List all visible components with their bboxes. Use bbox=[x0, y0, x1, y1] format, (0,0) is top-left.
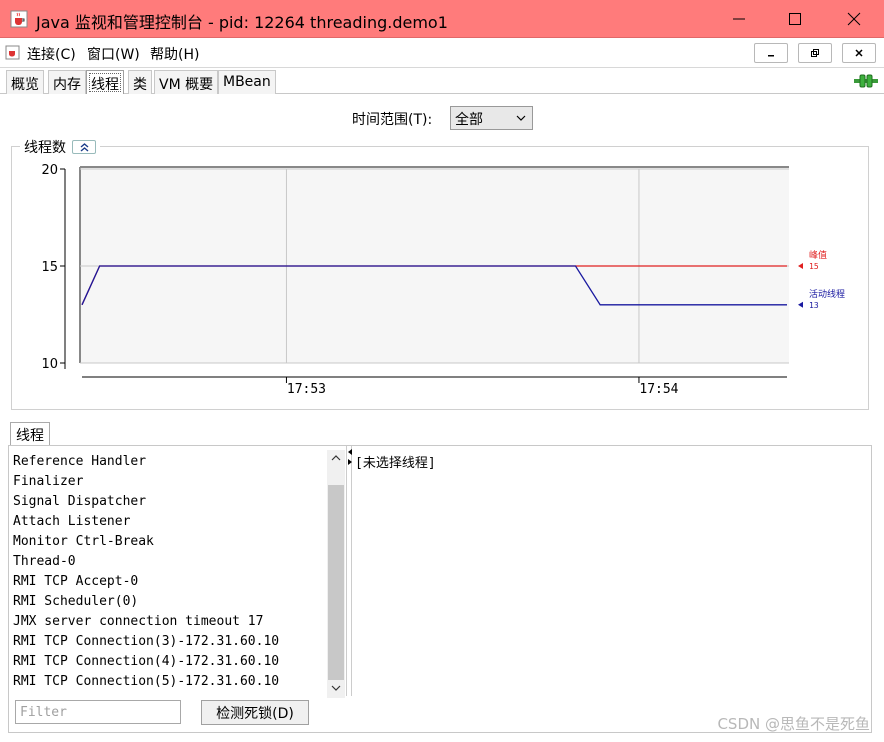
scroll-down-button[interactable] bbox=[327, 680, 345, 696]
splitter-arrows-icon bbox=[348, 449, 352, 465]
legend-value: 15 bbox=[809, 262, 819, 271]
collapse-button[interactable] bbox=[72, 140, 96, 154]
tab-mbean[interactable]: MBean bbox=[218, 70, 276, 94]
tab-overview[interactable]: 概览 bbox=[6, 70, 44, 94]
close-button[interactable] bbox=[829, 0, 879, 38]
y-tick-label: 15 bbox=[41, 260, 58, 275]
scroll-thumb[interactable] bbox=[328, 485, 344, 680]
chevron-up-icon bbox=[331, 455, 341, 461]
thread-count-panel-header: 线程数 bbox=[20, 137, 100, 157]
close-icon bbox=[855, 49, 863, 57]
minimize-button[interactable] bbox=[714, 0, 764, 38]
chevron-down-icon bbox=[331, 685, 341, 691]
thread-list-item[interactable]: Thread-0 bbox=[13, 554, 76, 569]
y-tick-label: 20 bbox=[41, 163, 58, 178]
java-cup-icon bbox=[5, 45, 20, 60]
x-tick-label: 17:53 bbox=[287, 382, 326, 397]
chevron-down-icon bbox=[516, 115, 526, 121]
inner-restore-button[interactable] bbox=[798, 43, 832, 63]
scroll-up-button[interactable] bbox=[327, 450, 345, 466]
thread-detail-text: [未选择线程] bbox=[355, 456, 436, 471]
title-bar: Java 监视和管理控制台 - pid: 12264 threading.dem… bbox=[0, 0, 884, 38]
menu-help[interactable]: 帮助(H) bbox=[150, 44, 199, 64]
restore-icon bbox=[811, 49, 819, 57]
minimize-icon bbox=[768, 55, 774, 57]
plot-area bbox=[80, 167, 789, 363]
legend-label: 活动线程 bbox=[809, 288, 845, 300]
thread-list-item[interactable]: RMI TCP Connection(5)-172.31.60.10 bbox=[13, 674, 279, 689]
thread-count-panel: 10 15 20 17:53 17:54 峰值 15 活动线程 13 线程数 bbox=[11, 137, 869, 410]
thread-list-item[interactable]: Attach Listener bbox=[13, 514, 130, 529]
thread-list-item[interactable]: Monitor Ctrl-Break bbox=[13, 534, 154, 549]
double-chevron-up-icon bbox=[80, 143, 89, 152]
legend-marker bbox=[798, 301, 803, 308]
close-icon bbox=[847, 12, 861, 26]
tab-threads[interactable]: 线程 bbox=[86, 70, 124, 95]
menu-window[interactable]: 窗口(W) bbox=[87, 44, 140, 64]
time-range-value: 全部 bbox=[455, 112, 483, 128]
thread-list-item[interactable]: Reference Handler bbox=[13, 454, 146, 469]
tab-thread-list[interactable]: 线程 bbox=[10, 422, 50, 446]
legend-marker bbox=[798, 263, 803, 269]
x-tick-label: 17:54 bbox=[639, 382, 678, 397]
time-range-label: 时间范围(T): bbox=[352, 112, 433, 128]
thread-filter-input[interactable] bbox=[15, 700, 181, 724]
inner-minimize-button[interactable] bbox=[754, 43, 788, 63]
minimize-icon bbox=[733, 18, 745, 20]
menu-bar: 连接(C) 窗口(W) 帮助(H) bbox=[0, 38, 884, 68]
thread-list-item[interactable]: JMX server connection timeout 17 bbox=[13, 614, 263, 629]
thread-list-item[interactable]: RMI Scheduler(0) bbox=[13, 594, 138, 609]
legend-label: 峰值 bbox=[809, 249, 827, 261]
thread-count-title: 线程数 bbox=[24, 140, 66, 156]
tab-vm-summary[interactable]: VM 概要 bbox=[154, 70, 219, 94]
thread-count-chart: 10152017:53 17:54峰值15活动线程13 bbox=[41, 163, 845, 397]
inner-close-button[interactable] bbox=[842, 43, 876, 63]
time-range-select[interactable]: 全部 bbox=[450, 106, 533, 130]
thread-list-item[interactable]: RMI TCP Accept-0 bbox=[13, 574, 138, 589]
main-tab-bar: 概览 内存 线程 类 VM 概要 MBean bbox=[0, 68, 884, 95]
watermark: CSDN @思鱼不是死鱼 bbox=[717, 715, 870, 733]
java-cup-icon bbox=[10, 10, 28, 28]
list-item-partial: ----- bbox=[13, 446, 52, 449]
thread-list-item[interactable]: Finalizer bbox=[13, 474, 83, 489]
threads-content: 时间范围(T): 全部 10 15 20 17:53 17:54 峰值 15 活动线程 13 线… bbox=[0, 94, 884, 742]
thread-panel: ----- Reference Handler Finalizer Signal D… bbox=[8, 445, 872, 733]
connection-status-icon bbox=[854, 74, 878, 88]
menu-connect[interactable]: 连接(C) bbox=[27, 44, 76, 64]
window-title: Java 监视和管理控制台 - pid: 12264 threading.dem… bbox=[36, 13, 448, 32]
maximize-button[interactable] bbox=[770, 0, 820, 38]
thread-list-item[interactable]: RMI TCP Connection(3)-172.31.60.10 bbox=[13, 634, 279, 649]
split-pane-divider[interactable] bbox=[346, 446, 352, 696]
y-tick-label: 10 bbox=[41, 357, 58, 372]
tab-memory[interactable]: 内存 bbox=[48, 70, 86, 94]
tab-classes[interactable]: 类 bbox=[128, 70, 152, 94]
thread-list-item[interactable]: RMI TCP Connection(4)-172.31.60.10 bbox=[13, 654, 279, 669]
maximize-icon bbox=[789, 13, 801, 25]
legend-value: 13 bbox=[809, 301, 819, 310]
thread-list-scrollbar[interactable] bbox=[327, 450, 345, 698]
detect-deadlock-button[interactable]: 检测死锁(D) bbox=[201, 700, 309, 725]
thread-list-item[interactable]: Signal Dispatcher bbox=[13, 494, 146, 509]
thread-list[interactable]: ----- Reference Handler Finalizer Signal D… bbox=[9, 446, 335, 696]
